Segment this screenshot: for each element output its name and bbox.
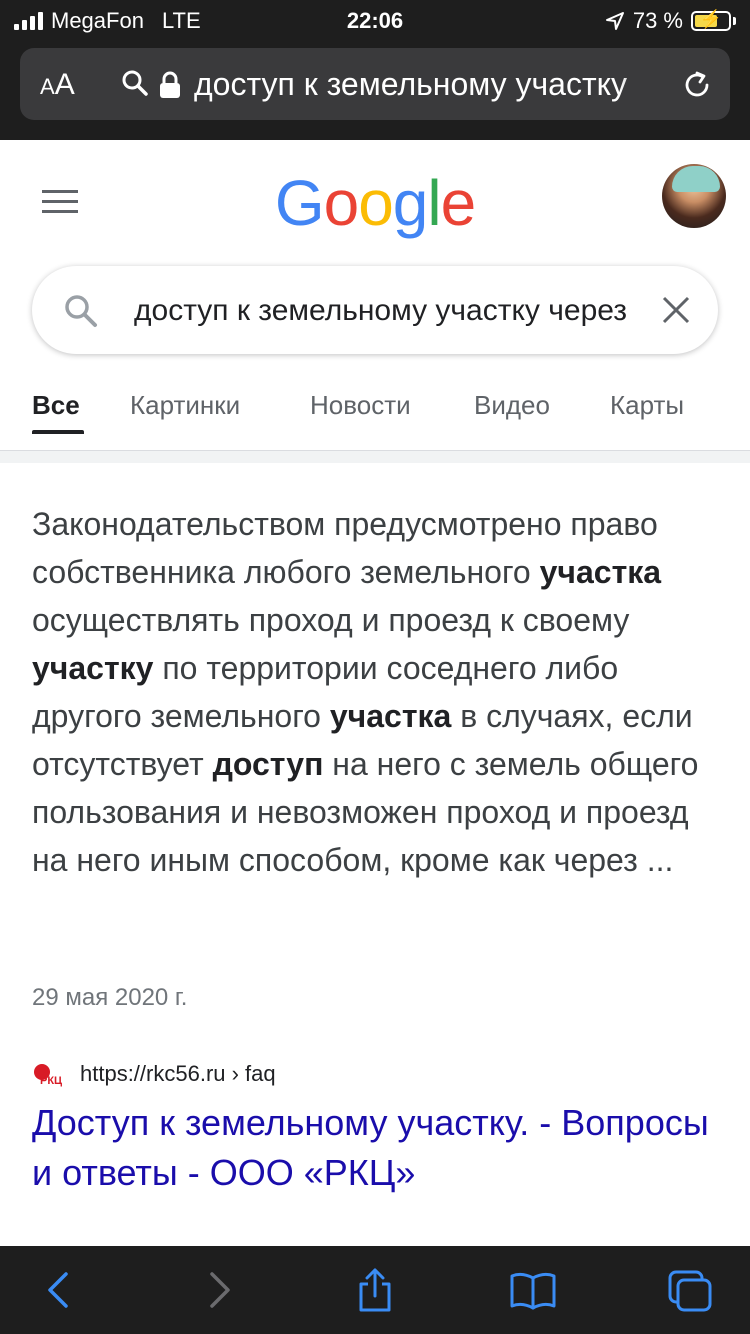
search-box[interactable]: доступ к земельному участку через — [32, 266, 718, 354]
text-size-button[interactable]: AA — [40, 68, 75, 102]
address-bar[interactable]: AA доступ к земельному участку — [20, 48, 730, 120]
snippet-emphasis: участка — [329, 698, 452, 734]
search-tabs: Все Картинки Новости Видео Карты — [0, 382, 750, 442]
section-separator — [0, 451, 750, 463]
search-icon — [122, 70, 148, 96]
tab-maps[interactable]: Карты — [610, 390, 684, 421]
battery-cap — [733, 17, 736, 25]
status-bar: MegaFon LTE 22:06 73 % ⚡ — [0, 0, 750, 42]
logo-letter: G — [274, 167, 325, 239]
avatar[interactable] — [662, 164, 726, 228]
logo-letter: o — [323, 167, 360, 239]
favicon-text: РКЦ — [40, 1075, 62, 1087]
reload-icon[interactable] — [680, 68, 714, 102]
snippet-text-segment: осуществлять проход и проезд к своему — [32, 602, 630, 638]
battery-percent: 73 % — [632, 8, 683, 33]
back-icon[interactable] — [36, 1266, 86, 1314]
site-favicon: РКЦ — [32, 1058, 64, 1090]
featured-snippet-text: Законодательством предусмотрено право со… — [32, 500, 722, 884]
logo-letter: e — [440, 167, 477, 239]
source-url[interactable]: https://rkc56.ru › faq — [80, 1061, 276, 1087]
result-source[interactable]: РКЦ https://rkc56.ru › faq — [32, 1058, 276, 1090]
partial-hidden-row — [130, 1234, 730, 1246]
lock-icon — [160, 71, 180, 98]
snippet-emphasis: участка — [539, 554, 662, 590]
tab-video[interactable]: Видео — [474, 390, 550, 421]
url-text[interactable]: доступ к земельному участку — [194, 66, 664, 103]
tab-news[interactable]: Новости — [310, 390, 411, 421]
tab-all[interactable]: Все — [32, 390, 80, 421]
location-arrow-icon — [605, 12, 624, 30]
safari-bottom-toolbar — [0, 1246, 750, 1334]
forward-icon[interactable] — [196, 1266, 246, 1314]
google-logo[interactable]: Google — [0, 166, 750, 240]
tab-images[interactable]: Картинки — [130, 390, 240, 421]
active-tab-indicator — [32, 430, 84, 434]
search-input[interactable]: доступ к земельному участку через — [134, 294, 666, 328]
share-icon[interactable] — [350, 1266, 400, 1314]
bookmarks-icon[interactable] — [508, 1266, 558, 1314]
logo-letter: g — [392, 167, 429, 239]
snippet-emphasis: доступ — [212, 746, 324, 782]
logo-letter: l — [427, 167, 441, 239]
battery-charging-icon: ⚡ — [691, 9, 731, 31]
result-title-link[interactable]: Доступ к земельному участку. - Вопросы и… — [32, 1098, 722, 1198]
safari-top-chrome: MegaFon LTE 22:06 73 % ⚡ AA доступ к зем… — [0, 0, 750, 140]
search-icon[interactable] — [62, 292, 100, 330]
close-icon[interactable] — [660, 294, 692, 326]
logo-letter: o — [358, 167, 394, 239]
snippet-date: 29 мая 2020 г. — [32, 984, 188, 1011]
snippet-emphasis: участку — [32, 650, 154, 686]
tabs-icon[interactable] — [666, 1266, 716, 1314]
url-fade — [620, 58, 664, 110]
